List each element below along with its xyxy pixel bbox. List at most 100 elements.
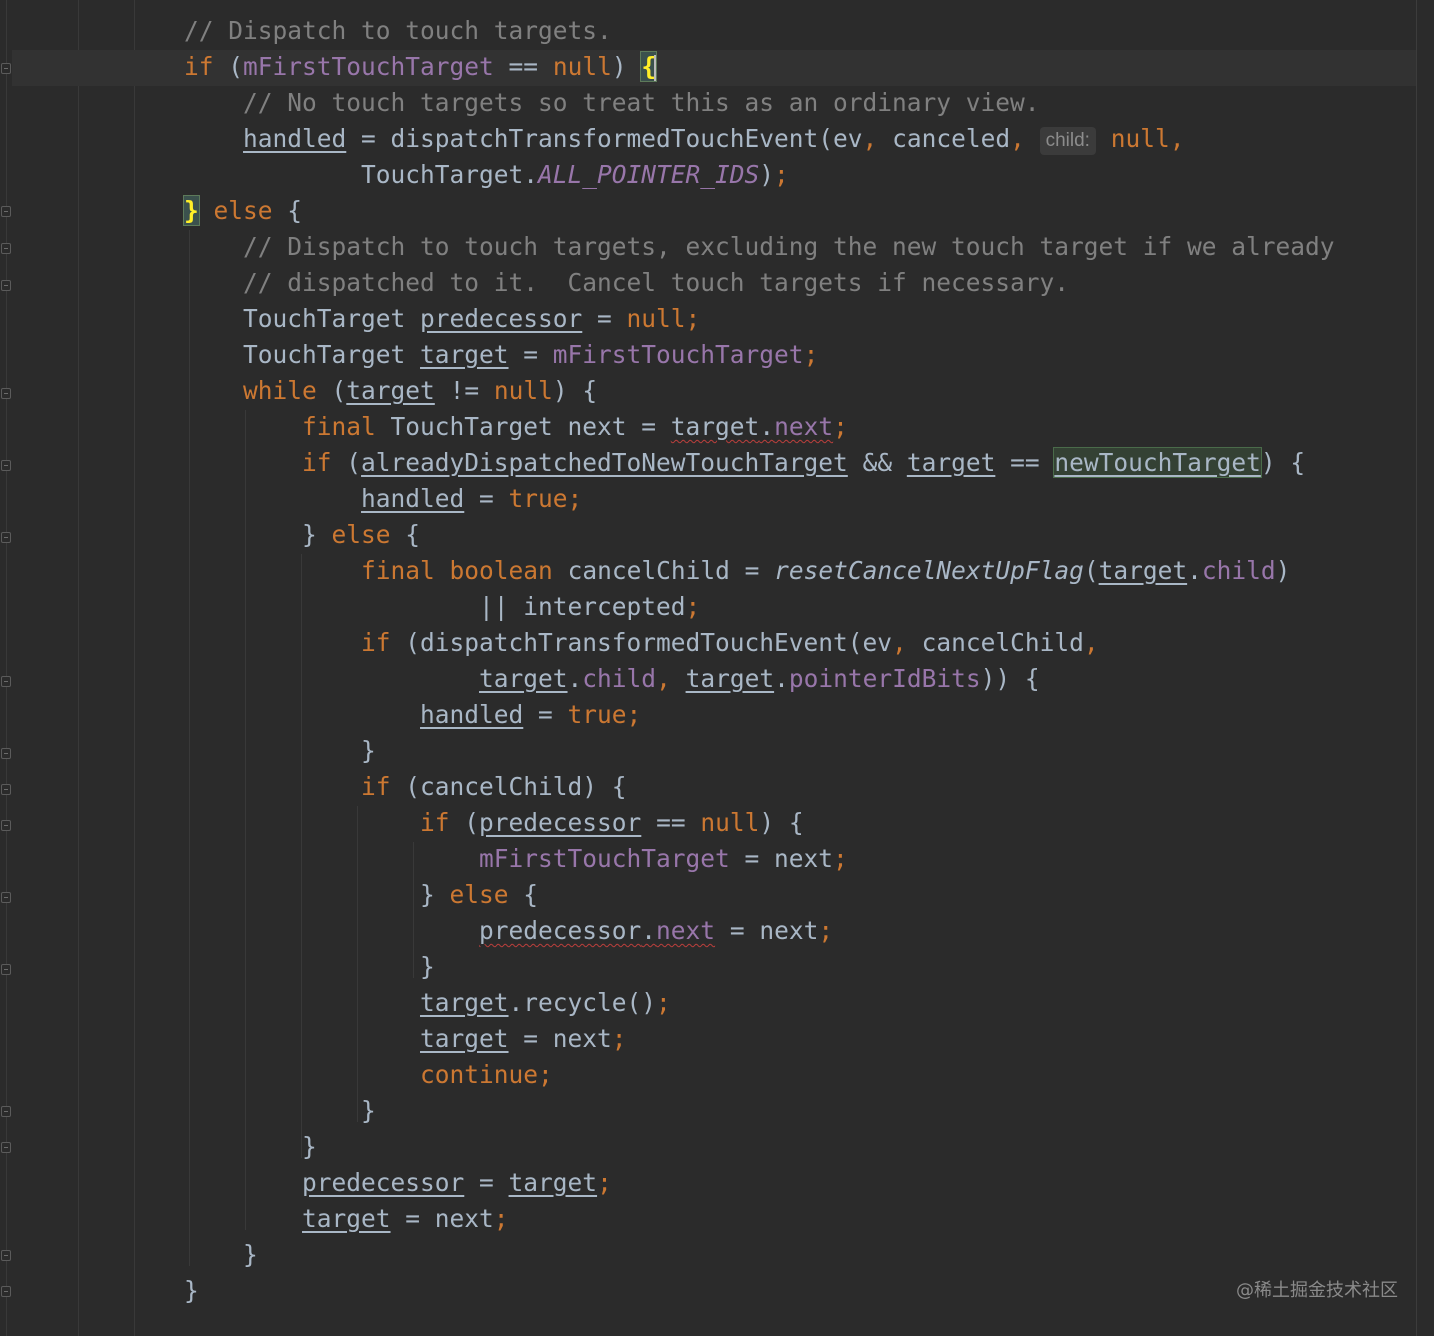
fold-marker-icon[interactable] bbox=[1, 63, 11, 74]
code-line: mFirstTouchTarget = next; bbox=[184, 841, 1335, 877]
right-margin-line bbox=[1416, 0, 1417, 1336]
fold-marker-icon[interactable] bbox=[1, 206, 11, 217]
punctuation: ; bbox=[774, 160, 789, 189]
fold-marker-icon[interactable] bbox=[1, 388, 11, 399]
code-line: TouchTarget predecessor = null; bbox=[184, 301, 1335, 337]
fold-marker-icon[interactable] bbox=[1, 676, 11, 687]
code-token: = dispatchTransformedTouchEvent(ev bbox=[346, 124, 863, 153]
code-line: || intercepted; bbox=[184, 589, 1335, 625]
code-line: } else { bbox=[183, 193, 1335, 229]
punctuation: , bbox=[1010, 124, 1040, 153]
variable-token: target bbox=[685, 664, 775, 693]
fold-marker-icon[interactable] bbox=[1, 1106, 11, 1117]
static-method-token: resetCancelNextUpFlag bbox=[774, 556, 1084, 585]
fold-marker-icon[interactable] bbox=[1, 1250, 11, 1261]
keyword: null, bbox=[1095, 124, 1185, 153]
code-token: ) bbox=[1275, 556, 1291, 585]
fold-marker-icon[interactable] bbox=[1, 964, 11, 975]
matched-brace: } bbox=[183, 195, 200, 226]
fold-marker-icon[interactable] bbox=[1, 243, 11, 254]
code-line: if (cancelChild) { bbox=[184, 769, 1335, 805]
field-token: pointerIdBits bbox=[788, 664, 981, 693]
variable-token: alreadyDispatchedToNewTouchTarget bbox=[361, 448, 848, 477]
fold-marker-icon[interactable] bbox=[1, 532, 11, 543]
variable-token: predecessor bbox=[479, 916, 642, 945]
code-token: ( bbox=[213, 52, 244, 81]
punctuation: , bbox=[1083, 628, 1099, 657]
code-line: } bbox=[184, 1093, 1335, 1129]
code-line: target = next; bbox=[184, 1021, 1335, 1057]
punctuation: ; bbox=[597, 1168, 612, 1197]
code-line: // Dispatch to touch targets. bbox=[184, 13, 1335, 49]
highlighted-variable: newTouchTarget bbox=[1053, 447, 1262, 478]
code-token: } bbox=[184, 520, 332, 549]
fold-marker-icon[interactable] bbox=[1, 1142, 11, 1153]
punctuation: ; bbox=[685, 592, 701, 621]
parameter-hint: child: bbox=[1039, 127, 1096, 155]
code-line: target.recycle(); bbox=[184, 985, 1335, 1021]
fold-marker-icon[interactable] bbox=[1, 460, 11, 471]
keyword: if bbox=[302, 448, 332, 477]
code-line: target.child, target.pointerIdBits)) { bbox=[184, 661, 1335, 697]
code-line: } bbox=[184, 949, 1335, 985]
code-token: . bbox=[1187, 556, 1202, 585]
fold-marker-icon[interactable] bbox=[1, 280, 11, 291]
code-token: (dispatchTransformedTouchEvent(ev bbox=[390, 628, 893, 657]
variable-token: target bbox=[420, 988, 509, 1017]
variable-token: target bbox=[420, 340, 509, 369]
field-token: child bbox=[1201, 556, 1276, 585]
keyword: continue; bbox=[420, 1060, 553, 1089]
indent-guide bbox=[134, 0, 135, 1336]
keyword: null; bbox=[626, 304, 701, 333]
fold-marker-icon[interactable] bbox=[1, 892, 11, 903]
field-token: mFirstTouchTarget bbox=[552, 340, 804, 369]
keyword: true; bbox=[508, 484, 583, 513]
punctuation: ; bbox=[803, 340, 819, 369]
code-line: } bbox=[184, 1129, 1335, 1165]
code-token: ) { bbox=[1260, 448, 1306, 477]
code-token: } bbox=[184, 736, 376, 765]
code-line: handled = dispatchTransformedTouchEvent(… bbox=[184, 121, 1335, 157]
code-token: . bbox=[774, 664, 789, 693]
variable-token: target bbox=[346, 376, 435, 405]
code-line: final TouchTarget next = target.next; bbox=[184, 409, 1335, 445]
code-token: { bbox=[508, 880, 539, 909]
keyword: boolean bbox=[449, 556, 553, 585]
code-token: { bbox=[390, 520, 421, 549]
code-editor[interactable]: // Dispatch to touch targets. if (mFirst… bbox=[183, 13, 1335, 1309]
fold-marker-icon[interactable] bbox=[1, 748, 11, 759]
keyword: true; bbox=[567, 700, 642, 729]
code-token: = bbox=[508, 340, 553, 369]
code-token: { bbox=[272, 196, 303, 225]
code-token: = next bbox=[715, 916, 819, 945]
variable-token: target bbox=[670, 412, 760, 441]
code-line: if (mFirstTouchTarget == null) { bbox=[184, 49, 1335, 85]
punctuation: ; bbox=[833, 844, 848, 873]
watermark: @稀土掘金技术社区 bbox=[1236, 1280, 1398, 1301]
keyword: else bbox=[331, 520, 391, 549]
code-token: } bbox=[184, 952, 435, 981]
fold-marker-icon[interactable] bbox=[1, 1286, 11, 1297]
variable-token: predecessor bbox=[302, 1168, 465, 1197]
code-line: } else { bbox=[184, 877, 1335, 913]
code-line: continue; bbox=[184, 1057, 1335, 1093]
code-line: TouchTarget target = mFirstTouchTarget; bbox=[184, 337, 1335, 373]
keyword: while bbox=[243, 376, 317, 405]
field-token: next bbox=[656, 916, 716, 945]
code-token: TouchTarget. bbox=[184, 160, 539, 189]
fold-marker-icon[interactable] bbox=[1, 784, 11, 795]
keyword: else bbox=[449, 880, 509, 909]
variable-token: target bbox=[479, 664, 568, 693]
fold-marker-icon[interactable] bbox=[1, 820, 11, 831]
variable-token: handled bbox=[420, 700, 524, 729]
code-token: )) { bbox=[980, 664, 1040, 693]
code-line: // dispatched to it. Cancel touch target… bbox=[184, 265, 1335, 301]
